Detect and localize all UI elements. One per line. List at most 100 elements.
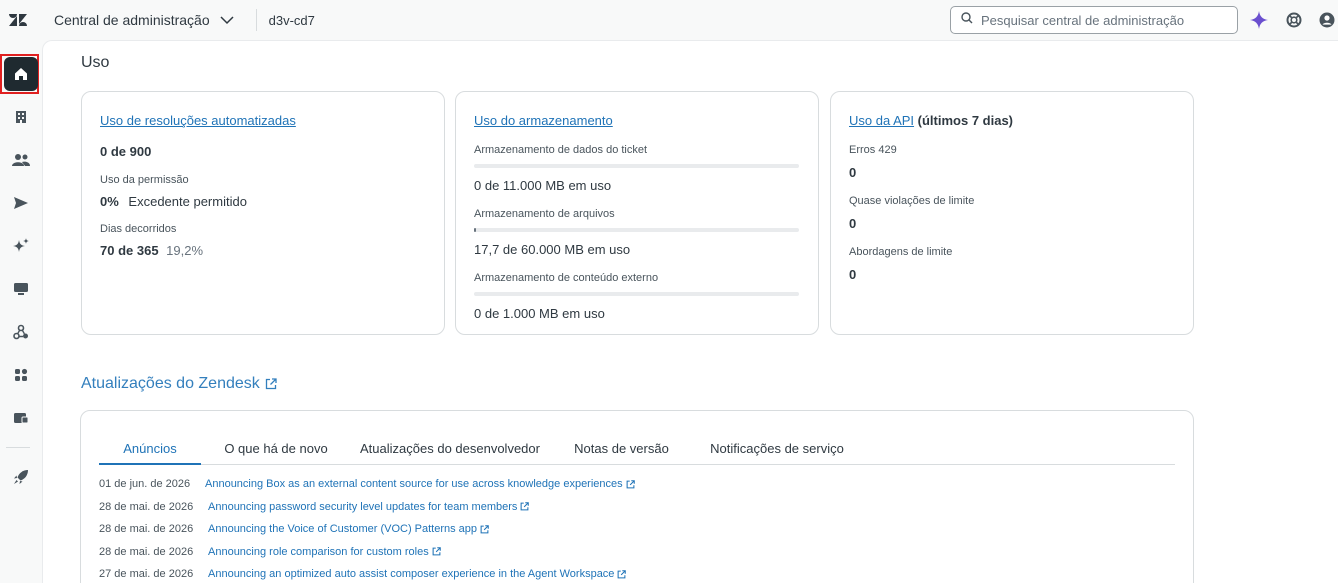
apps-grid-icon bbox=[15, 368, 28, 381]
storage-progress-bar bbox=[474, 164, 799, 168]
announcement-date: 27 de mai. de 2026 bbox=[99, 568, 194, 581]
external-link-icon bbox=[480, 524, 489, 534]
topbar-divider bbox=[255, 9, 257, 31]
api-metric-value: 0 bbox=[849, 216, 857, 231]
announcement-link[interactable]: Announcing role comparison for custom ro… bbox=[208, 546, 441, 558]
announcement-link[interactable]: Announcing password security level updat… bbox=[208, 500, 530, 513]
storage-usage-card: Uso do armazenamento Armazenamento de da… bbox=[455, 91, 819, 335]
usage-section-title: Uso bbox=[81, 54, 110, 71]
sidebar-item-workspaces[interactable] bbox=[4, 272, 38, 306]
storage-progress-bar bbox=[474, 292, 799, 296]
announcement-link[interactable]: Announcing Box as an external content so… bbox=[205, 478, 635, 490]
announcement-date: 28 de mai. de 2026 bbox=[99, 523, 194, 536]
storage-item-suffix: de 1.000 MB em uso bbox=[481, 306, 605, 321]
automated-resolutions-card: Uso de resoluções automatizadas 0 de 900… bbox=[81, 91, 445, 335]
list-item: 01 de jun. de 2026 Announcing Box as an … bbox=[99, 473, 635, 496]
sidebar-item-objects-rules[interactable] bbox=[4, 315, 38, 349]
sidebar-item-home[interactable] bbox=[4, 57, 38, 91]
announcement-title: Announcing the Voice of Customer (VOC) P… bbox=[208, 523, 478, 536]
permission-label: Uso da permissão bbox=[100, 174, 189, 186]
announcement-date: 28 de mai. de 2026 bbox=[99, 545, 194, 558]
list-item: 28 de mai. de 2026 Announcing role compa… bbox=[99, 541, 635, 564]
automated-count: 0 de 900 bbox=[100, 144, 152, 159]
list-item: 28 de mai. de 2026 Announcing password s… bbox=[99, 496, 635, 519]
tab-release-notes[interactable]: Notas de versão bbox=[549, 435, 694, 465]
days-value: 70 de 365 bbox=[100, 243, 159, 258]
storage-item: Armazenamento de dados do ticket 0 de 11… bbox=[474, 144, 800, 193]
ai-sparkle-icon[interactable] bbox=[1249, 10, 1269, 30]
storage-item-label: Armazenamento de arquivos bbox=[474, 208, 615, 220]
marketplace-icon bbox=[14, 413, 29, 424]
tab-announcements[interactable]: Anúncios bbox=[99, 435, 201, 465]
api-metric-label: Erros 429 bbox=[849, 144, 897, 156]
api-metric: Abordagens de limite 0 bbox=[849, 246, 1175, 282]
api-metric-label: Abordagens de limite bbox=[849, 246, 953, 258]
announcement-link[interactable]: Announcing the Voice of Customer (VOC) P… bbox=[208, 523, 489, 535]
updates-card: Anúncios O que há de novo Atualizações d… bbox=[80, 410, 1194, 583]
external-link-icon bbox=[520, 502, 530, 511]
tab-whats-new[interactable]: O que há de novo bbox=[201, 435, 351, 465]
user-avatar-icon[interactable] bbox=[1317, 10, 1337, 30]
zendesk-updates-link[interactable]: Atualizações do Zendesk bbox=[81, 375, 277, 393]
product-switcher[interactable]: Central de administração bbox=[54, 12, 234, 28]
sidebar-item-marketplace[interactable] bbox=[4, 401, 38, 435]
home-icon bbox=[15, 68, 27, 80]
storage-item: Armazenamento de arquivos 17,7 de 60.000… bbox=[474, 208, 800, 257]
send-icon bbox=[14, 197, 28, 209]
tab-developer-updates[interactable]: Atualizações do desenvolvedor bbox=[351, 435, 549, 465]
sidebar-item-apps-integrations[interactable] bbox=[4, 358, 38, 392]
ai-sparkle-icon bbox=[13, 238, 29, 252]
rocket-icon bbox=[14, 470, 28, 484]
building-icon bbox=[16, 111, 26, 123]
announcement-title: Announcing password security level updat… bbox=[208, 500, 518, 513]
announcement-link[interactable]: Announcing an optimized auto assist comp… bbox=[208, 568, 627, 581]
main-content: Uso Uso de resoluções automatizadas 0 de… bbox=[42, 40, 1338, 583]
announcement-title: Announcing role comparison for custom ro… bbox=[208, 545, 429, 558]
external-link-icon bbox=[618, 569, 627, 579]
people-icon bbox=[12, 154, 30, 166]
api-usage-card: Uso da API (últimos 7 dias) Erros 429 0 … bbox=[830, 91, 1194, 335]
announcement-title: Announcing an optimized auto assist comp… bbox=[208, 568, 615, 581]
sidebar-item-ai[interactable] bbox=[4, 229, 38, 263]
search-icon bbox=[961, 11, 973, 29]
updates-title: Atualizações do Zendesk bbox=[81, 375, 260, 392]
sidebar-nav bbox=[0, 40, 42, 583]
zendesk-logo-icon[interactable] bbox=[0, 0, 36, 40]
search-box[interactable] bbox=[950, 6, 1238, 34]
list-item: 28 de mai. de 2026 Announcing the Voice … bbox=[99, 518, 635, 541]
storage-usage-link[interactable]: Uso do armazenamento bbox=[474, 113, 613, 128]
sidebar-item-account[interactable] bbox=[4, 100, 38, 134]
external-link-icon bbox=[432, 547, 441, 556]
list-item: 27 de mai. de 2026 Announcing an optimiz… bbox=[99, 563, 635, 583]
api-metric: Erros 429 0 bbox=[849, 144, 1175, 180]
chevron-down-icon bbox=[220, 15, 234, 25]
tab-service-notifications[interactable]: Notificações de serviço bbox=[694, 435, 860, 465]
account-name: d3v-cd7 bbox=[268, 12, 315, 28]
updates-tabs: Anúncios O que há de novo Atualizações d… bbox=[99, 435, 1175, 465]
api-usage-period: (últimos 7 dias) bbox=[914, 113, 1014, 128]
api-usage-link[interactable]: Uso da API bbox=[849, 113, 914, 128]
announcement-title: Announcing Box as an external content so… bbox=[205, 478, 623, 491]
automated-resolutions-link[interactable]: Uso de resoluções automatizadas bbox=[100, 113, 296, 128]
api-metric-value: 0 bbox=[849, 267, 857, 282]
announcements-list: 01 de jun. de 2026 Announcing Box as an … bbox=[99, 473, 635, 583]
api-metric-value: 0 bbox=[849, 165, 857, 180]
announcement-date: 28 de mai. de 2026 bbox=[99, 500, 194, 513]
search-input[interactable] bbox=[981, 12, 1231, 28]
sidebar-item-getting-started[interactable] bbox=[4, 460, 38, 494]
top-bar: Central de administração d3v-cd7 bbox=[0, 0, 1338, 40]
api-metric: Quase violações de limite 0 bbox=[849, 195, 1175, 231]
announcement-date: 01 de jun. de 2026 bbox=[99, 478, 191, 491]
app-title: Central de administração bbox=[54, 12, 210, 28]
help-lifebuoy-icon[interactable] bbox=[1284, 10, 1304, 30]
sidebar-item-people[interactable] bbox=[4, 143, 38, 177]
monitor-icon bbox=[14, 283, 28, 295]
permission-pct: 0% bbox=[100, 194, 119, 209]
storage-progress-bar bbox=[474, 228, 799, 232]
sidebar-separator bbox=[6, 447, 30, 448]
sidebar-item-channels[interactable] bbox=[4, 186, 38, 220]
days-pct: 19,2% bbox=[166, 243, 204, 258]
permission-note: Excedente permitido bbox=[128, 194, 247, 209]
external-link-icon bbox=[265, 378, 277, 390]
objects-rules-icon bbox=[13, 324, 28, 340]
